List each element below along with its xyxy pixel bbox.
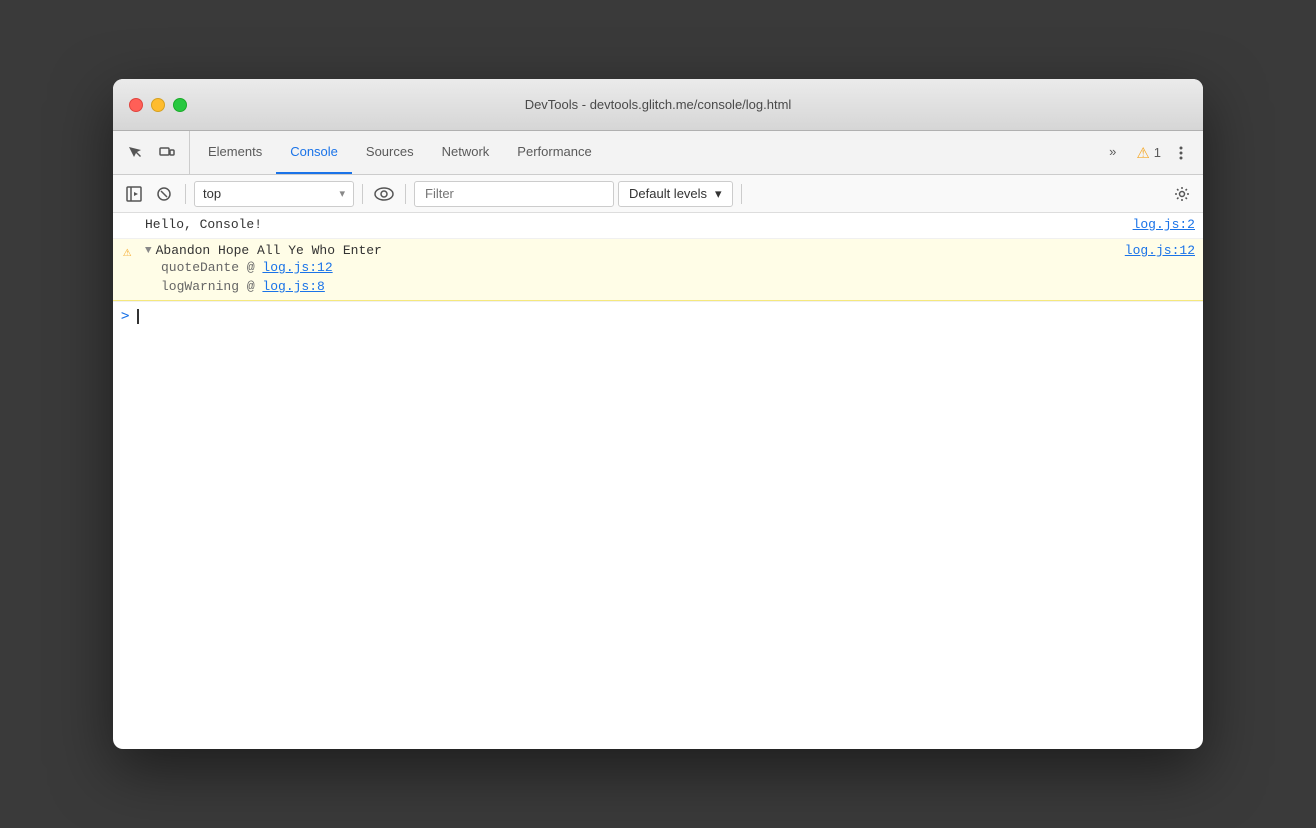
console-output: Hello, Console! log.js:2 ⚠ ▼ Abandon Hop… xyxy=(113,213,1203,749)
log-entry-warning-source[interactable]: log.js:12 xyxy=(1109,243,1195,258)
traffic-lights xyxy=(129,98,187,112)
log-entry-hello: Hello, Console! log.js:2 xyxy=(113,213,1203,239)
stack-fn-1: quoteDante @ xyxy=(161,260,262,275)
tabbar-right: » ⚠ 1 xyxy=(1095,131,1195,174)
expand-arrow-icon[interactable]: ▼ xyxy=(145,245,152,257)
log-entry-warning-content: ▼ Abandon Hope All Ye Who Enter quoteDan… xyxy=(145,243,1109,296)
log-entry-warning: ⚠ ▼ Abandon Hope All Ye Who Enter quoteD… xyxy=(113,239,1203,301)
clear-console-button[interactable] xyxy=(151,181,177,207)
warning-header: ▼ Abandon Hope All Ye Who Enter xyxy=(145,243,1109,258)
stack-link-2[interactable]: log.js:8 xyxy=(262,279,324,294)
maximize-button[interactable] xyxy=(173,98,187,112)
levels-arrow: ▾ xyxy=(715,186,722,202)
log-entry-hello-content: Hello, Console! xyxy=(145,217,1117,232)
warning-badge[interactable]: ⚠ 1 xyxy=(1136,144,1161,162)
more-tabs-button[interactable]: » xyxy=(1095,131,1130,174)
console-settings-button[interactable] xyxy=(1169,181,1195,207)
live-expressions-button[interactable] xyxy=(371,181,397,207)
devtools-window: DevTools - devtools.glitch.me/console/lo… xyxy=(113,79,1203,749)
console-prompt-symbol: > xyxy=(121,308,129,324)
filter-input[interactable] xyxy=(414,181,614,207)
console-input-row[interactable]: > xyxy=(113,301,1203,330)
tab-elements[interactable]: Elements xyxy=(194,131,276,174)
toolbar-divider-2 xyxy=(362,184,363,204)
tab-sources[interactable]: Sources xyxy=(352,131,428,174)
window-title: DevTools - devtools.glitch.me/console/lo… xyxy=(525,97,792,112)
stack-line-2: logWarning @ log.js:8 xyxy=(145,277,1109,296)
tabbar: Elements Console Sources Network Perform… xyxy=(113,131,1203,175)
stack-fn-2: logWarning @ xyxy=(161,279,262,294)
titlebar: DevTools - devtools.glitch.me/console/lo… xyxy=(113,79,1203,131)
context-selector[interactable]: top ▾ xyxy=(194,181,354,207)
console-toolbar: top ▾ Default levels ▾ xyxy=(113,175,1203,213)
tab-performance[interactable]: Performance xyxy=(503,131,605,174)
sidebar-toggle-button[interactable] xyxy=(121,181,147,207)
warning-entry-text: Abandon Hope All Ye Who Enter xyxy=(156,243,382,258)
inspect-element-button[interactable] xyxy=(121,139,149,167)
close-button[interactable] xyxy=(129,98,143,112)
toolbar-divider-1 xyxy=(185,184,186,204)
toolbar-divider-3 xyxy=(405,184,406,204)
tabbar-icons xyxy=(121,131,190,174)
warning-icon: ⚠ xyxy=(1136,144,1149,162)
console-cursor xyxy=(137,309,139,324)
log-levels-button[interactable]: Default levels ▾ xyxy=(618,181,733,207)
tab-network[interactable]: Network xyxy=(428,131,504,174)
warning-entry-icon: ⚠ xyxy=(123,244,131,261)
log-entry-hello-text: Hello, Console! xyxy=(145,217,262,232)
context-dropdown-arrow: ▾ xyxy=(339,187,345,200)
toolbar-divider-4 xyxy=(741,184,742,204)
stack-link-1[interactable]: log.js:12 xyxy=(262,260,332,275)
stack-line-1: quoteDante @ log.js:12 xyxy=(145,258,1109,277)
log-entry-hello-source[interactable]: log.js:2 xyxy=(1117,217,1195,232)
tab-console[interactable]: Console xyxy=(276,131,352,174)
device-toolbar-button[interactable] xyxy=(153,139,181,167)
minimize-button[interactable] xyxy=(151,98,165,112)
more-options-button[interactable] xyxy=(1167,139,1195,167)
